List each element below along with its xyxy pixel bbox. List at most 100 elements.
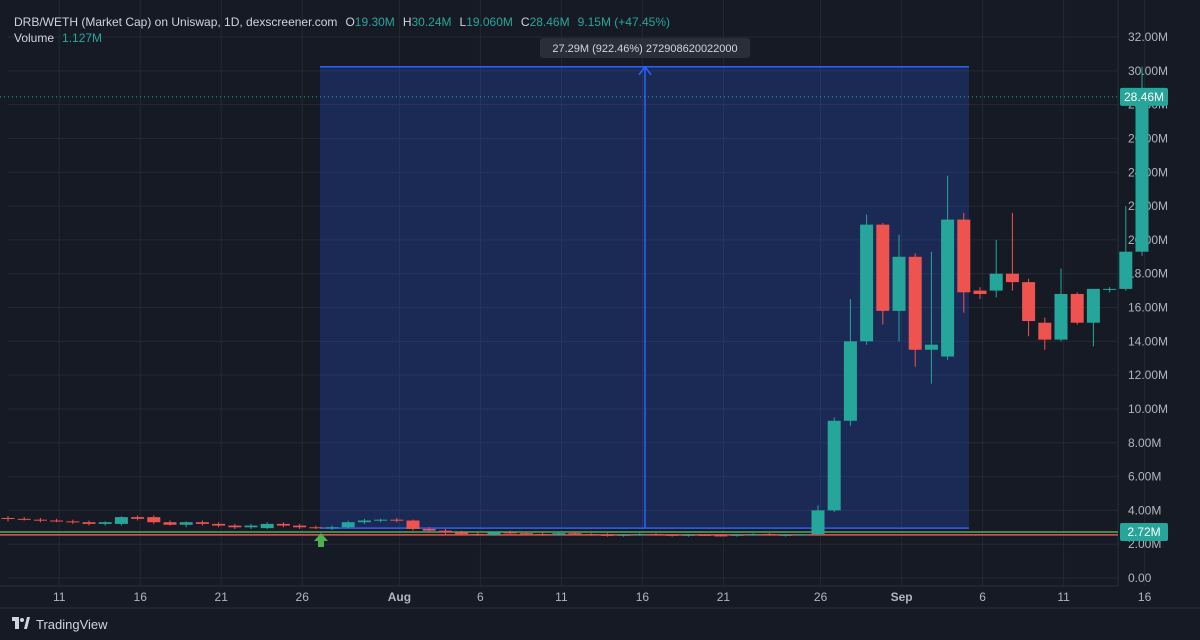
x-tick-label: 16 [636,590,650,604]
legend-low-value: 19.060M [466,15,513,29]
candle-body [1086,288,1100,323]
legend-close-label: C [520,15,530,29]
x-tick-label: 6 [979,590,986,604]
candle-body [649,534,663,536]
candle-body [390,519,404,521]
candle-body [471,534,485,536]
candle-body [455,532,469,535]
candle-body [876,224,890,311]
candle-body [1135,96,1149,252]
candle-body [1,517,15,519]
y-tick-label: 16.00M [1128,301,1168,315]
x-tick-label: 6 [477,590,484,604]
legend-high-value: 30.24M [411,15,452,29]
candle-body [519,533,533,535]
candle-body [1022,282,1036,322]
candle-body [811,510,825,535]
candle-body [617,534,631,536]
candle-body [908,256,922,350]
candle-body [568,533,582,535]
price-axis-label: 2.72M [1127,525,1160,539]
candle-body [147,517,161,523]
candle-body [1038,322,1052,340]
tradingview-logo-icon [12,617,30,632]
x-tick-label: 11 [1057,590,1070,604]
legend-change: 9.15M (+47.45%) [577,15,670,29]
candle-body [325,527,339,529]
candle-body [633,534,647,536]
legend-low-label: L [459,15,467,29]
candle-body [438,530,452,533]
candle-body [973,290,987,294]
candle-body [746,534,760,536]
candle-body [309,527,323,529]
candle-body [163,522,177,525]
legend-volume-label: Volume [14,31,55,45]
candle-body [827,420,841,511]
candle-body [98,522,112,524]
y-tick-label: 12.00M [1128,368,1168,382]
candle-body [50,520,64,522]
candle-body [762,534,776,536]
candle-body [341,522,355,528]
legend-volume-value: 1.127M [62,31,103,45]
candle-body [17,518,31,520]
candle-body [698,534,712,536]
y-tick-label: 32.00M [1128,30,1168,44]
legend-high-label: H [402,15,412,29]
y-tick-label: 14.00M [1128,334,1168,348]
candle-body [1005,273,1019,283]
candle-body [212,523,226,526]
x-tick-label: 21 [215,590,229,604]
x-tick-label: 16 [134,590,148,604]
candle-body [1054,293,1068,340]
candle-body [406,520,420,529]
x-tick-label: 21 [717,590,731,604]
y-tick-label: 18.00M [1128,267,1168,281]
tradingview-brand[interactable]: TradingView [12,617,108,632]
candle-body [957,219,971,293]
legend-title: DRB/WETH (Market Cap) on Uniswap, 1D, de… [14,15,338,29]
candle-body [374,519,388,521]
candle-body [552,533,566,535]
x-tick-label: 11 [555,590,568,604]
candle-body [422,528,436,531]
candle-body [1070,293,1084,323]
x-tick-label: 11 [53,590,66,604]
candle-body [779,534,793,536]
candle-body [892,256,906,311]
candle-body [195,522,209,524]
candle-body [114,517,128,524]
y-tick-label: 30.00M [1128,64,1168,78]
candle-body [600,534,614,536]
candle-body [843,341,857,421]
candle-body [33,519,47,521]
candle-body [1119,251,1133,289]
candlestick-chart[interactable]: 0.002.00M4.00M6.00M8.00M10.00M12.00M14.0… [0,0,1200,640]
candle-body [82,522,96,524]
candle-body [795,534,809,536]
chart-legend: DRB/WETH (Market Cap) on Uniswap, 1D, de… [14,14,678,46]
candle-body [924,344,938,350]
x-tick-label: 16 [1138,590,1152,604]
candle-body [536,534,550,536]
candle-body [503,532,517,534]
y-tick-label: 10.00M [1128,402,1168,416]
x-tick-label: Sep [891,590,913,604]
x-tick-label: Aug [388,590,411,604]
price-axis-label: 28.46M [1124,90,1164,104]
candle-body [714,535,728,537]
candle-body [681,534,695,536]
candle-body [179,522,193,525]
candle-body [244,525,258,528]
candle-body [665,534,679,536]
y-tick-label: 0.00 [1128,571,1152,585]
candle-body [487,532,501,535]
x-tick-label: 26 [814,590,828,604]
candle-body [860,224,874,342]
legend-open-value: 19.30M [354,15,395,29]
candle-body [584,534,598,536]
candle-body [941,219,955,357]
legend-open-label: O [345,15,355,29]
x-tick-label: 26 [296,590,310,604]
